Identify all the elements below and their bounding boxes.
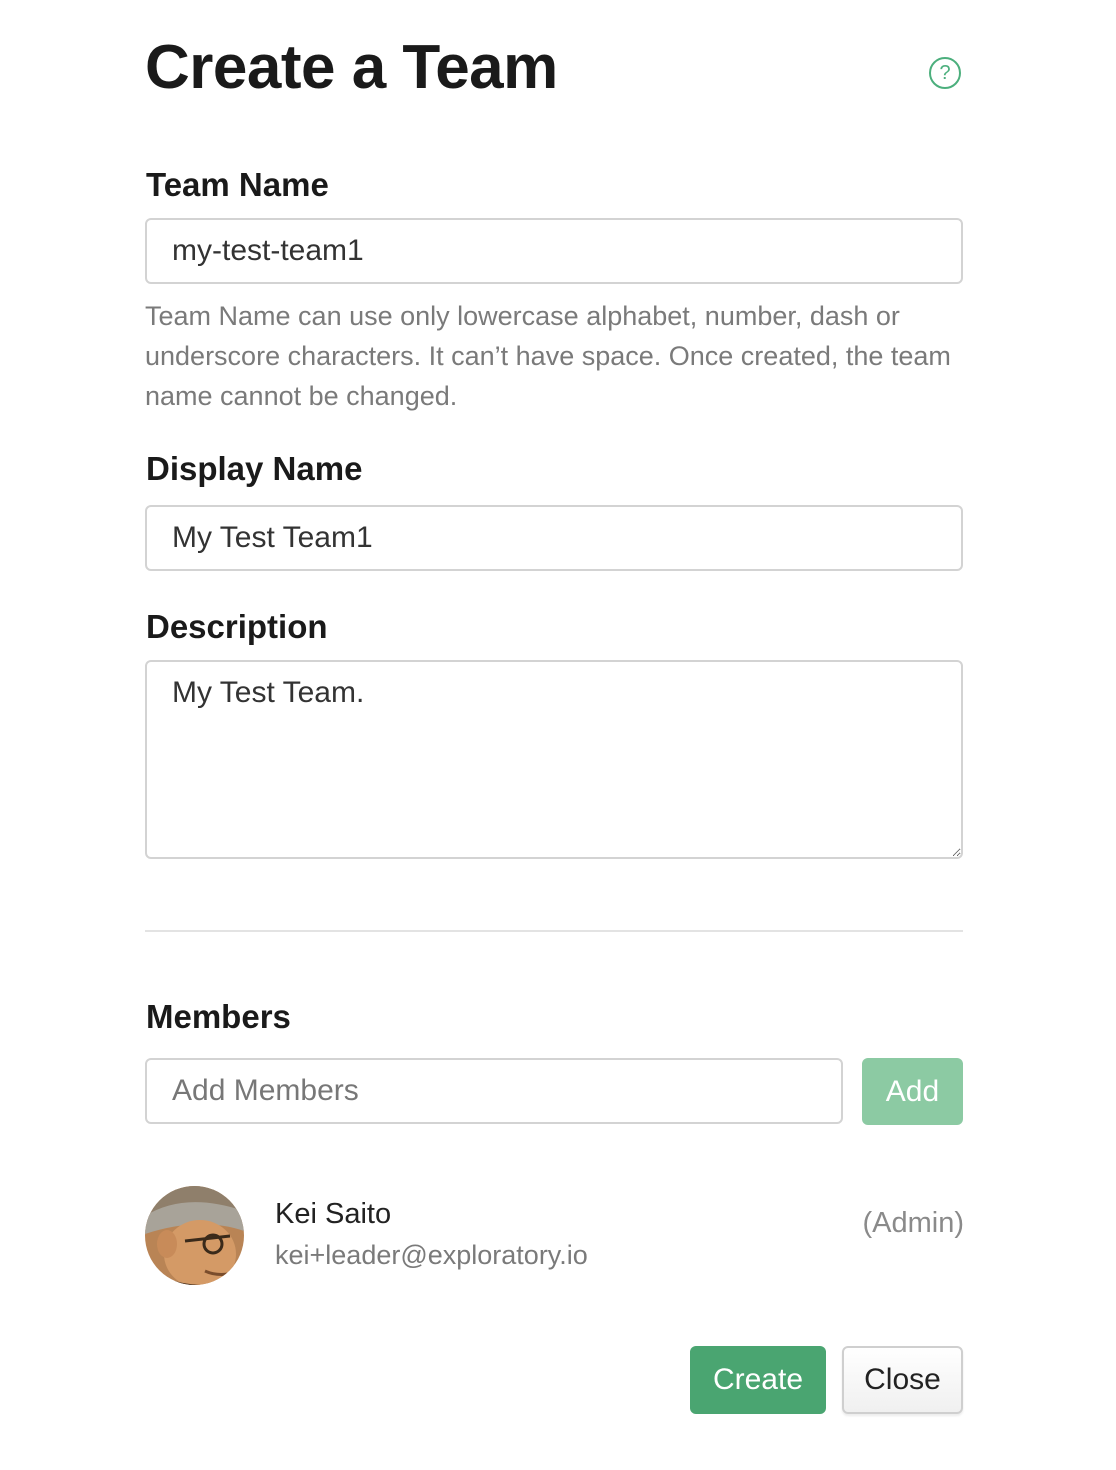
description-textarea[interactable]: My Test Team. [145,660,963,859]
create-button[interactable]: Create [690,1346,826,1414]
team-name-help-text: Team Name can use only lowercase alphabe… [145,301,951,411]
member-role-badge: (Admin) [862,1207,964,1239]
avatar [145,1186,244,1285]
description-label: Description [146,608,328,645]
add-members-input[interactable] [145,1058,843,1124]
display-name-label: Display Name [146,450,363,487]
dialog-title: Create a Team [145,33,558,102]
member-name: Kei Saito [275,1198,392,1230]
display-name-input[interactable] [145,505,963,571]
user-photo-icon [145,1186,244,1285]
team-name-input[interactable] [145,218,963,284]
member-email: kei+leader@exploratory.io [275,1240,588,1270]
members-label: Members [146,998,291,1035]
team-name-label: Team Name [146,166,329,203]
section-divider [145,930,963,932]
add-member-button[interactable]: Add [862,1058,963,1125]
question-circle-icon[interactable]: ? [929,57,961,89]
close-button[interactable]: Close [842,1346,963,1414]
